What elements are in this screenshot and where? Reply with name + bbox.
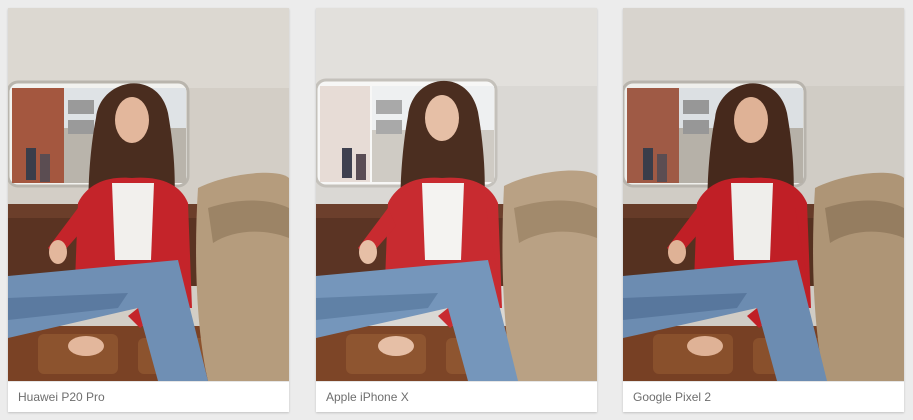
sample-photo-huawei[interactable] (8, 8, 289, 381)
portrait-photo-image (8, 8, 289, 381)
comparison-card-pixel[interactable]: Google Pixel 2 (623, 8, 904, 412)
portrait-photo-image (316, 8, 597, 381)
photo-comparison-grid: Huawei P20 Pro Apple iPhone X Google Pix… (0, 0, 913, 420)
photo-caption: Apple iPhone X (316, 381, 597, 412)
photo-caption: Google Pixel 2 (623, 381, 904, 412)
photo-caption: Huawei P20 Pro (8, 381, 289, 412)
sample-photo-pixel[interactable] (623, 8, 904, 381)
sample-photo-iphone[interactable] (316, 8, 597, 381)
comparison-card-huawei[interactable]: Huawei P20 Pro (8, 8, 289, 412)
portrait-photo-image (623, 8, 904, 381)
comparison-card-iphone[interactable]: Apple iPhone X (316, 8, 597, 412)
